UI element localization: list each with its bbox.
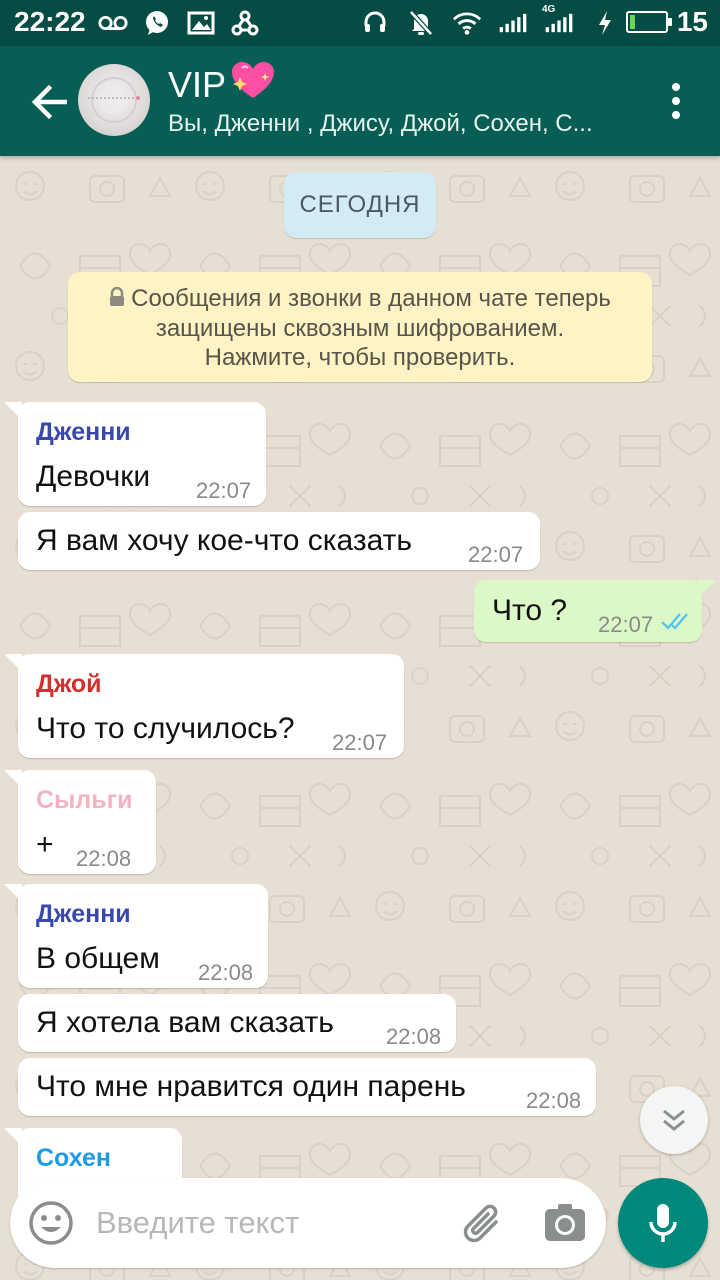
emoji-icon [29, 1201, 73, 1245]
group-avatar[interactable] [78, 64, 150, 136]
message-sender: Сыльги [36, 786, 133, 814]
message-text: Девочки [36, 460, 151, 493]
message-bubble[interactable]: Что мне нравится один парень 22:08 [18, 1058, 596, 1116]
chat-header: VIP Вы, Дженни , Джису, Джой, Сохен, С..… [0, 46, 720, 156]
message-sender: Дженни [36, 418, 131, 446]
message-bubble[interactable]: Дженни Девочки 22:07 [4, 402, 266, 506]
encryption-notice[interactable]: Сообщения и звонки в данном чате теперь … [68, 272, 652, 382]
read-ticks-icon [661, 613, 688, 630]
attach-button[interactable] [458, 1198, 508, 1248]
message-time: 22:08 [386, 1024, 442, 1049]
voice-message-button[interactable] [618, 1178, 708, 1268]
message-text: + [36, 828, 54, 861]
message-composer [10, 1178, 606, 1268]
emoji-button[interactable] [26, 1198, 76, 1248]
voicemail-icon [98, 8, 128, 38]
message-time: 22:07 [196, 478, 252, 503]
message-time: 22:08 [76, 846, 132, 871]
wifi-icon [452, 8, 482, 38]
status-bar: 22:22 4G 15 [0, 0, 720, 46]
status-time: 22:22 [14, 6, 86, 37]
more-vert-icon-dot [672, 83, 680, 91]
camera-button[interactable] [540, 1198, 590, 1248]
paperclip-icon [463, 1204, 498, 1243]
encryption-notice-line3: Нажмите, чтобы проверить. [204, 344, 516, 371]
message-time: 22:07 [598, 612, 654, 637]
signal-4g-icon: 4G [542, 4, 574, 38]
chat-area[interactable]: СЕГОДНЯ Сообщения и звонки в данном чате… [0, 156, 720, 1280]
microphone-icon [649, 1204, 677, 1242]
message-bubble[interactable]: Джой Что то случилось? 22:07 [4, 654, 404, 758]
camera-icon [545, 1204, 585, 1241]
encryption-text-line1: Сообщения и звонки в данном чате теперь [131, 285, 611, 312]
message-bubble[interactable]: Дженни В общем 22:08 [4, 884, 268, 988]
chat-participants[interactable]: Вы, Дженни , Джису, Джой, Сохен, С... [168, 110, 638, 138]
headset-icon [360, 8, 390, 38]
message-sender: Сохен [36, 1144, 111, 1172]
more-vert-icon-dot [672, 111, 680, 119]
message-text: Что ? [492, 594, 568, 627]
message-bubble[interactable]: Сыльги + 22:08 [4, 770, 156, 874]
whatsapp-icon [142, 8, 172, 38]
double-chevron-down-icon [663, 1109, 685, 1131]
network-type-label: 4G [542, 4, 556, 15]
date-chip: СЕГОДНЯ [284, 172, 436, 238]
share-network-icon [230, 8, 260, 38]
encryption-notice-line1: Сообщения и звонки в данном чате теперь [68, 284, 652, 314]
message-input[interactable] [96, 1200, 456, 1246]
status-right-icons: 4G [360, 4, 620, 38]
battery-percentage: 15 [676, 6, 708, 37]
arrow-left-icon [31, 85, 67, 119]
message-bubble[interactable]: Что ? 22:07 [474, 580, 716, 642]
scroll-to-bottom-button[interactable] [640, 1086, 708, 1154]
message-bubble[interactable]: Я хотела вам сказать 22:08 [18, 994, 456, 1052]
lock-icon [109, 285, 125, 314]
message-time: 22:08 [198, 960, 254, 985]
message-bubble[interactable]: Я вам хочу кое-что сказать 22:07 [18, 512, 540, 570]
chat-title-text: VIP [168, 63, 227, 105]
signal-icon [498, 8, 528, 38]
message-text: Я вам хочу кое-что сказать [36, 524, 413, 557]
chat-title[interactable]: VIP [168, 60, 276, 109]
status-left-icons [98, 8, 260, 38]
encryption-notice-line2: защищены сквозным шифрованием. [155, 315, 565, 342]
message-sender: Дженни [36, 900, 131, 928]
more-vert-icon-dot [672, 97, 680, 105]
message-text: В общем [36, 942, 160, 975]
message-text: Что мне нравится один парень [36, 1070, 466, 1103]
battery-icon [626, 11, 672, 33]
sparkling-heart-icon [230, 60, 276, 109]
message-sender: Джой [36, 670, 102, 698]
charging-icon [590, 8, 620, 38]
message-time: 22:07 [332, 730, 388, 755]
battery-level-fill [630, 15, 636, 29]
notifications-off-icon [406, 8, 436, 38]
message-text: Что то случилось? [36, 712, 295, 745]
message-time: 22:07 [468, 542, 524, 567]
back-button[interactable] [22, 74, 78, 130]
more-options-button[interactable] [660, 78, 692, 124]
avatar-image [88, 77, 140, 123]
message-text: Я хотела вам сказать [36, 1006, 334, 1039]
message-time: 22:08 [526, 1088, 582, 1113]
gallery-icon [186, 8, 216, 38]
